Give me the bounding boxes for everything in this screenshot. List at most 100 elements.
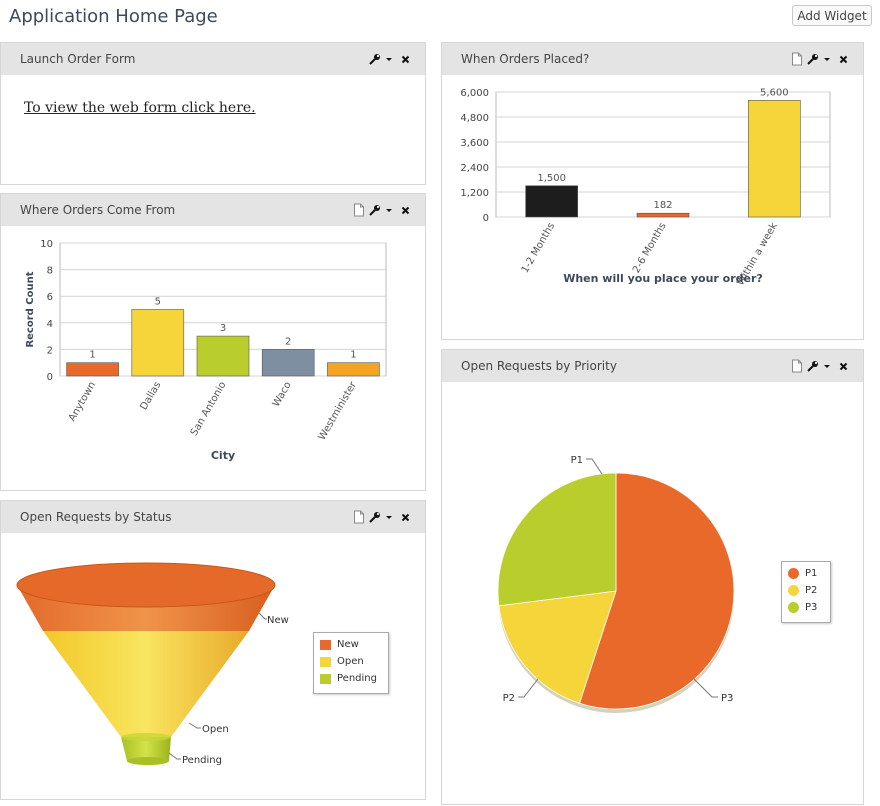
x-tick-label: San Antonio [189, 380, 229, 438]
where-orders-bar-chart: 0 2 4 6 8 10 1 Anytown 5 Dallas 3 San Antonio 2 Waco 1… [25, 239, 387, 462]
wrench-icon[interactable] [369, 52, 381, 66]
document-icon[interactable] [353, 510, 365, 524]
funnel-segment-open [43, 631, 249, 737]
legend-swatch [320, 673, 331, 684]
widget-where-orders-come-from: Where Orders Come From 0 2 4 6 8 10 1 Anytown 5 D… [0, 193, 426, 491]
wrench-icon[interactable] [369, 203, 381, 217]
widget-launch-order-form: Launch Order Form To view the web form c… [0, 42, 426, 185]
widget-title: Open Requests by Priority [461, 359, 617, 373]
x-tick-label: Anytown [67, 380, 98, 423]
leader-line [518, 678, 539, 698]
bar[interactable] [636, 212, 690, 218]
data-label: 3 [220, 323, 226, 334]
pie-label: P2 [503, 693, 515, 704]
bar[interactable] [525, 185, 578, 218]
when-orders-bar-chart: 0 1,200 2,400 3,600 4,800 6,000 1,500 1-2 Month… [460, 87, 831, 288]
bar[interactable] [748, 100, 801, 218]
leader-line [586, 458, 603, 475]
widget-tools [353, 510, 413, 524]
close-icon[interactable] [839, 359, 851, 373]
widget-tools [791, 359, 851, 373]
add-widget-button[interactable]: Add Widget [792, 5, 872, 26]
close-icon[interactable] [401, 52, 413, 66]
chevron-down-icon[interactable] [385, 510, 397, 524]
y-tick-label: 2,400 [460, 163, 489, 174]
widget-open-requests-by-status: Open Requests by Status New Open Pending… [0, 500, 426, 800]
document-icon[interactable] [791, 359, 803, 373]
widget-header: Where Orders Come From [1, 194, 425, 226]
y-tick-label: 0 [47, 372, 53, 383]
legend-label: P1 [805, 568, 818, 579]
page-title: Application Home Page [9, 6, 218, 27]
y-tick-label: 10 [40, 239, 53, 250]
chevron-down-icon[interactable] [823, 359, 835, 373]
widget-header: Open Requests by Priority [442, 350, 863, 382]
bar[interactable] [261, 349, 315, 377]
legend-label: Pending [337, 673, 377, 684]
funnel-label-open: Open [202, 724, 229, 735]
wrench-icon[interactable] [807, 52, 819, 66]
x-tick-label: Dallas [139, 380, 164, 412]
x-tick-label: 2-6 Months [631, 221, 669, 275]
widget-title: Open Requests by Status [20, 510, 172, 524]
x-tick-label: Waco [271, 380, 294, 409]
widget-tools [369, 52, 413, 66]
legend-item: P3 [788, 599, 824, 616]
data-label: 182 [653, 200, 672, 211]
wrench-icon[interactable] [807, 359, 819, 373]
document-icon[interactable] [791, 52, 803, 66]
x-axis-title: When will you place your order? [563, 272, 763, 285]
widget-title: When Orders Placed? [461, 52, 590, 66]
y-axis-title: Record Count [25, 271, 36, 347]
widget-when-orders-placed: When Orders Placed? 0 1,200 2,400 3,600 4,80… [441, 42, 864, 340]
pie-slice[interactable] [497, 472, 617, 607]
legend-label: P3 [805, 602, 818, 613]
y-tick-label: 0 [483, 213, 489, 224]
pie-label: P1 [571, 455, 583, 466]
data-label: 1 [89, 350, 95, 361]
widget-open-requests-by-priority: Open Requests by Priority P1 P2 P3 P1 P2 P… [441, 349, 864, 805]
pie-legend: P1 P2 P3 [781, 561, 831, 623]
x-tick-label: Westminister [317, 379, 360, 442]
legend-item: Pending [320, 670, 382, 687]
x-tick-label: 1-2 Months [520, 221, 558, 275]
y-tick-label: 8 [47, 266, 53, 277]
x-axis-title: City [211, 449, 235, 462]
bar[interactable] [131, 309, 185, 377]
leader-line [693, 678, 718, 698]
wrench-icon[interactable] [369, 510, 381, 524]
widget-title: Launch Order Form [20, 52, 136, 66]
funnel-label-pending: Pending [182, 755, 222, 766]
funnel-label-new: New [267, 615, 289, 626]
legend-label: Open [337, 656, 364, 667]
y-tick-label: 4 [47, 319, 53, 330]
legend-item: P1 [788, 565, 824, 582]
bar[interactable] [196, 335, 250, 377]
web-form-link[interactable]: To view the web form click here. [24, 100, 256, 116]
y-tick-label: 6,000 [460, 88, 489, 99]
y-tick-label: 4,800 [460, 113, 489, 124]
close-icon[interactable] [839, 52, 851, 66]
legend-swatch [788, 602, 799, 613]
legend-label: New [337, 639, 359, 650]
document-icon[interactable] [353, 203, 365, 217]
close-icon[interactable] [401, 510, 413, 524]
bar[interactable] [66, 362, 119, 377]
y-tick-label: 3,600 [460, 138, 489, 149]
y-tick-label: 6 [47, 292, 53, 303]
data-label: 1 [350, 350, 356, 361]
chevron-down-icon[interactable] [385, 203, 397, 217]
close-icon[interactable] [401, 203, 413, 217]
funnel-legend: New Open Pending [313, 632, 389, 694]
legend-swatch [788, 568, 799, 579]
chevron-down-icon[interactable] [823, 52, 835, 66]
legend-item: New [320, 636, 382, 653]
pie-label: P3 [721, 693, 733, 704]
chevron-down-icon[interactable] [385, 52, 397, 66]
legend-swatch [320, 656, 331, 667]
widget-tools [791, 52, 851, 66]
bar[interactable] [327, 362, 380, 377]
legend-item: P2 [788, 582, 824, 599]
widget-tools [353, 203, 413, 217]
data-label: 1,500 [537, 173, 566, 184]
